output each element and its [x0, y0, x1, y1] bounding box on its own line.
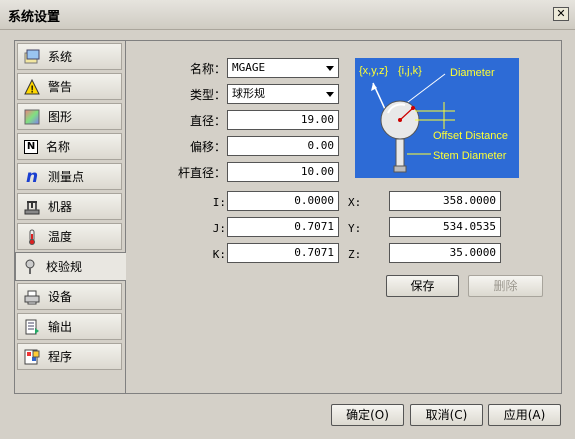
- svg-text:!: !: [31, 84, 34, 95]
- device-icon: [24, 289, 40, 305]
- warning-icon: !: [24, 78, 40, 95]
- gauge-diagram: {x,y,z} {i,j,k} Diameter Offset Distance…: [355, 58, 519, 178]
- sidebar-item-machine[interactable]: 机器: [17, 193, 122, 220]
- save-button[interactable]: 保存: [386, 275, 459, 297]
- settings-panel: 系统 ! 警告 图形 N 名称 n 测量点 机器 温度 校验规 设备 输出 程序…: [14, 40, 562, 394]
- machine-icon: [24, 199, 40, 215]
- close-button[interactable]: ✕: [553, 7, 569, 21]
- x-label: X:: [348, 196, 362, 209]
- name-label: 名称：: [189, 62, 226, 76]
- stem-diagram-label: Stem Diameter: [433, 150, 507, 162]
- sidebar-item-name[interactable]: N 名称: [17, 133, 122, 160]
- i-field[interactable]: 0.0000: [227, 191, 339, 211]
- name-value: MGAGE: [232, 61, 266, 74]
- sidebar-item-label: 校验规: [46, 260, 83, 274]
- apply-button[interactable]: 应用(A): [488, 404, 561, 426]
- ok-button[interactable]: 确定(O): [331, 404, 404, 426]
- sidebar-item-device[interactable]: 设备: [17, 283, 122, 310]
- sidebar-item-output[interactable]: 输出: [17, 313, 122, 340]
- j-label: J:: [212, 222, 226, 235]
- sidebar-item-label: 输出: [48, 320, 73, 334]
- stem-diameter-field[interactable]: 10.00: [227, 162, 339, 182]
- k-field[interactable]: 0.7071: [227, 243, 339, 263]
- sidebar-item-label: 温度: [48, 230, 73, 244]
- sidebar-item-label: 图形: [48, 110, 73, 124]
- sidebar-item-measure-point[interactable]: n 测量点: [17, 163, 122, 190]
- sidebar-item-label: 测量点: [48, 170, 85, 184]
- sidebar-item-graphics[interactable]: 图形: [17, 103, 122, 130]
- window-title: 系统设置: [8, 10, 61, 25]
- type-combo[interactable]: 球形规: [227, 84, 339, 104]
- sidebar: 系统 ! 警告 图形 N 名称 n 测量点 机器 温度 校验规 设备 输出 程序: [15, 41, 126, 393]
- type-label: 类型：: [189, 88, 226, 102]
- program-icon: [24, 349, 40, 365]
- sidebar-item-label: 机器: [48, 200, 73, 214]
- diameter-label: 直径：: [189, 114, 226, 128]
- name-icon: N: [24, 139, 38, 154]
- diameter-field[interactable]: 19.00: [227, 110, 339, 130]
- gauge-settings-content: 名称： MGAGE 类型： 球形规 直径： 19.00 偏移： 0.00 杆直径…: [126, 41, 561, 393]
- sidebar-item-temperature[interactable]: 温度: [17, 223, 122, 250]
- cancel-button[interactable]: 取消(C): [410, 404, 483, 426]
- delete-button[interactable]: 删除: [468, 275, 543, 297]
- name-combo[interactable]: MGAGE: [227, 58, 339, 78]
- y-label: Y:: [348, 222, 362, 235]
- x-field[interactable]: 358.0000: [389, 191, 501, 211]
- diameter-diagram-label: Diameter: [450, 67, 495, 79]
- y-field[interactable]: 534.0535: [389, 217, 501, 237]
- sidebar-item-label: 警告: [48, 80, 73, 94]
- chevron-down-icon: [326, 66, 334, 71]
- sidebar-item-label: 设备: [48, 290, 73, 304]
- z-field[interactable]: 35.0000: [389, 243, 501, 263]
- z-label: Z:: [348, 248, 362, 261]
- type-value: 球形规: [232, 87, 265, 100]
- sidebar-item-gauge[interactable]: 校验规: [15, 252, 126, 281]
- sidebar-item-label: 名称: [46, 140, 71, 154]
- probe-icon: [22, 259, 38, 275]
- stem-shape: [395, 138, 405, 171]
- offset-field[interactable]: 0.00: [227, 136, 339, 156]
- graphics-icon: [24, 109, 40, 125]
- sidebar-item-label: 系统: [48, 50, 73, 64]
- stem-diameter-label: 杆直径：: [177, 166, 226, 180]
- gauge-diagram-svg: {x,y,z} {i,j,k} Diameter Offset Distance…: [359, 65, 508, 173]
- output-icon: [24, 319, 40, 335]
- stem-base: [393, 165, 407, 173]
- thermometer-icon: [24, 229, 40, 245]
- sidebar-item-label: 程序: [48, 350, 73, 364]
- sidebar-item-warning[interactable]: ! 警告: [17, 73, 122, 100]
- chevron-down-icon: [326, 92, 334, 97]
- offset-diagram-label: Offset Distance: [433, 130, 508, 142]
- i-label: I:: [212, 196, 226, 209]
- title-bar: 系统设置 ✕: [0, 0, 575, 30]
- j-field[interactable]: 0.7071: [227, 217, 339, 237]
- xyz-label: {x,y,z}: [359, 65, 388, 77]
- sidebar-item-program[interactable]: 程序: [17, 343, 122, 370]
- settings-icon: [24, 49, 40, 65]
- offset-label: 偏移：: [189, 140, 226, 154]
- measure-point-icon: n: [25, 166, 39, 187]
- k-label: K:: [212, 248, 226, 261]
- ijk-label: {i,j,k}: [398, 65, 422, 77]
- sidebar-item-system[interactable]: 系统: [17, 43, 122, 70]
